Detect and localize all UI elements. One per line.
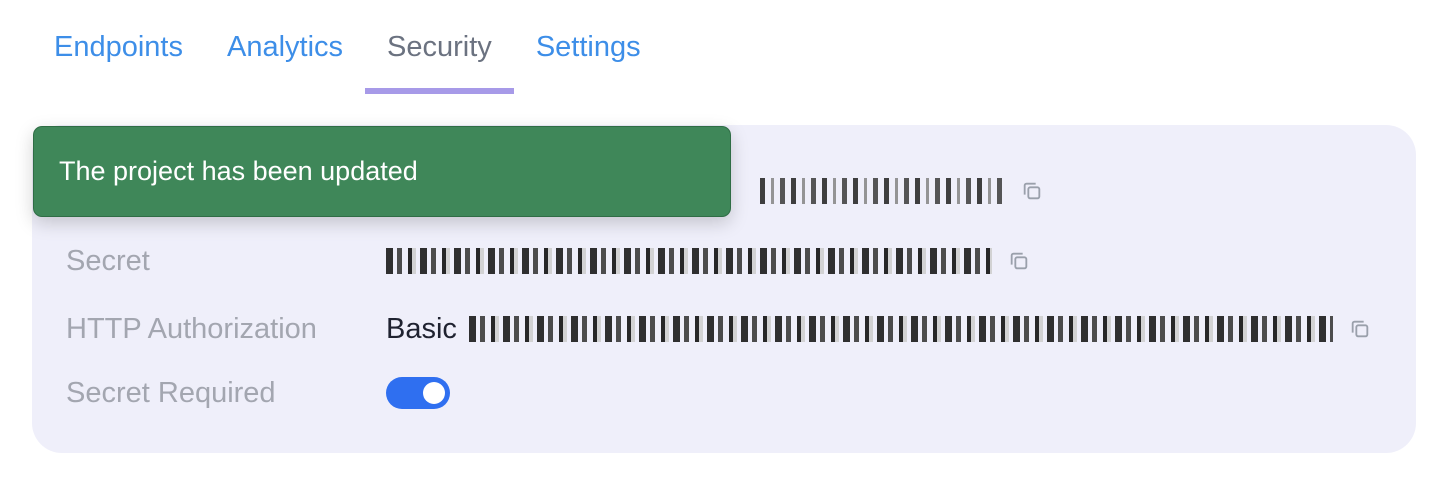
copy-icon[interactable] — [1349, 318, 1371, 340]
obscured-row-value — [760, 178, 1043, 204]
secret-value — [386, 248, 1030, 274]
tab-endpoints[interactable]: Endpoints — [32, 20, 205, 94]
secret-required-label: Secret Required — [66, 376, 276, 409]
toast-notification: The project has been updated — [33, 126, 731, 217]
tab-analytics[interactable]: Analytics — [205, 20, 365, 94]
toast-message: The project has been updated — [59, 156, 418, 186]
secret-redacted — [386, 248, 992, 274]
http-authorization-label: HTTP Authorization — [66, 312, 317, 345]
secret-required-toggle[interactable] — [386, 377, 450, 409]
tab-settings[interactable]: Settings — [514, 20, 663, 94]
tab-security[interactable]: Security — [365, 20, 514, 94]
copy-icon[interactable] — [1021, 180, 1043, 202]
secret-label: Secret — [66, 244, 150, 277]
http-authorization-value: Basic — [386, 313, 1371, 346]
secret-required-row: Secret Required — [66, 370, 450, 416]
copy-icon[interactable] — [1008, 250, 1030, 272]
redacted-value — [760, 178, 1005, 204]
auth-prefix: Basic — [386, 312, 457, 345]
http-authorization-row: HTTP Authorization Basic — [66, 306, 1371, 352]
tab-bar: Endpoints Analytics Security Settings — [32, 20, 663, 94]
toggle-knob — [423, 382, 445, 404]
secret-required-value — [386, 377, 450, 409]
secret-row: Secret — [66, 238, 1030, 284]
auth-redacted — [468, 316, 1333, 342]
